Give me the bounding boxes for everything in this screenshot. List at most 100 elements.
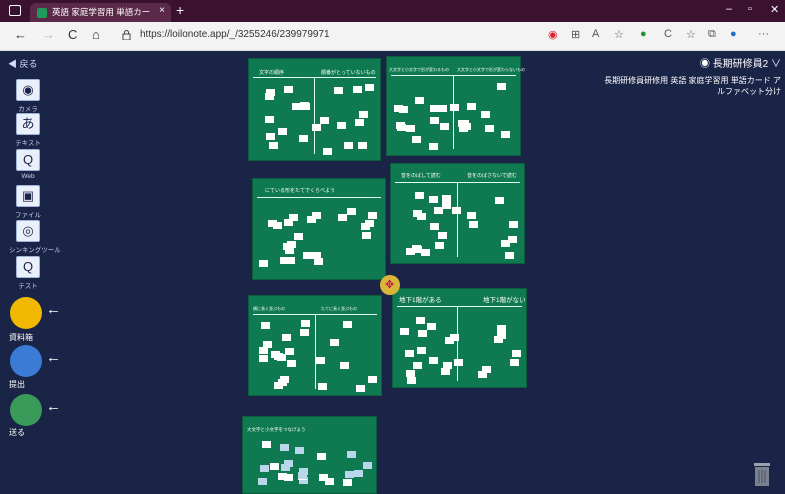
word-chip[interactable]: [352, 85, 362, 93]
word-chip[interactable]: [258, 354, 268, 362]
word-card-5[interactable]: 横に長く並ぶもの たてに長く並ぶもの: [248, 295, 382, 396]
word-chip[interactable]: [417, 329, 427, 337]
trash-icon[interactable]: [752, 461, 772, 487]
word-chip[interactable]: [266, 132, 276, 140]
word-chip[interactable]: [299, 329, 309, 337]
word-chip[interactable]: [268, 220, 278, 228]
word-card-3[interactable]: にている形をたてでくらべよう: [252, 178, 386, 280]
back-arrow-icon[interactable]: ←: [14, 27, 27, 42]
word-chip[interactable]: [364, 219, 374, 227]
word-chip[interactable]: [412, 136, 422, 144]
word-chip[interactable]: [289, 214, 299, 222]
material-box-icon[interactable]: [10, 297, 42, 329]
word-chip[interactable]: [343, 478, 353, 486]
word-chip[interactable]: [430, 222, 440, 230]
word-chip[interactable]: [342, 321, 352, 329]
word-chip[interactable]: [280, 443, 290, 451]
word-chip[interactable]: [353, 469, 363, 477]
word-chip[interactable]: [466, 103, 476, 111]
word-chip[interactable]: [286, 359, 296, 367]
word-chip[interactable]: [285, 348, 295, 356]
word-chip[interactable]: [314, 257, 324, 265]
word-chip[interactable]: [478, 370, 488, 378]
word-chip[interactable]: [259, 260, 269, 268]
word-chip[interactable]: [283, 473, 293, 481]
word-chip[interactable]: [485, 125, 495, 133]
word-chip[interactable]: [276, 353, 286, 361]
word-chip[interactable]: [260, 321, 270, 329]
word-chip[interactable]: [299, 102, 309, 110]
word-card-7[interactable]: 大文字と小文字をつなげよう: [242, 416, 377, 494]
word-chip[interactable]: [429, 357, 439, 365]
word-chip[interactable]: [428, 143, 438, 151]
word-chip[interactable]: [325, 477, 335, 485]
word-chip[interactable]: [367, 376, 377, 384]
collections-icon[interactable]: ⧉: [708, 28, 716, 41]
word-chip[interactable]: [278, 128, 288, 136]
word-chip[interactable]: [266, 88, 276, 96]
word-chip[interactable]: [480, 110, 490, 118]
word-card-6[interactable]: 地下1階がある 地下1階がない: [392, 288, 527, 388]
word-chip[interactable]: [358, 110, 368, 118]
word-chip[interactable]: [415, 317, 425, 325]
thinking-tool-button[interactable]: ◎ シンキングツール: [9, 220, 61, 254]
word-card-1[interactable]: 文字の順序 順番がとっていないもの: [248, 58, 381, 161]
word-chip[interactable]: [449, 334, 459, 342]
word-chip[interactable]: [417, 213, 427, 221]
more-icon[interactable]: ···: [758, 28, 769, 40]
word-chip[interactable]: [323, 148, 333, 156]
word-chip[interactable]: [399, 327, 409, 335]
web-button[interactable]: Q Web: [9, 149, 47, 180]
word-chip[interactable]: [413, 361, 423, 369]
word-chip[interactable]: [452, 207, 462, 215]
word-chip[interactable]: [427, 322, 437, 330]
word-chip[interactable]: [343, 141, 353, 149]
word-chip[interactable]: [312, 212, 322, 220]
word-chip[interactable]: [297, 472, 307, 480]
word-chip[interactable]: [435, 241, 445, 249]
word-chip[interactable]: [265, 115, 275, 123]
word-chip[interactable]: [421, 248, 431, 256]
word-chip[interactable]: [260, 465, 270, 473]
word-chip[interactable]: [454, 358, 464, 366]
word-chip[interactable]: [457, 119, 467, 127]
word-chip[interactable]: [505, 251, 515, 259]
canvas[interactable]: ◀ 戻る ◉ カメラ あ テキスト Q Web ▣ ファイル ◎ シンキングツー…: [0, 51, 785, 494]
user-menu[interactable]: ◉ 長期研修員2 ∨: [700, 55, 781, 70]
word-chip[interactable]: [507, 235, 517, 243]
word-chip[interactable]: [269, 463, 279, 471]
word-chip[interactable]: [330, 339, 340, 347]
word-chip[interactable]: [396, 121, 406, 129]
read-aloud-icon[interactable]: A: [592, 28, 599, 40]
word-chip[interactable]: [293, 233, 303, 241]
camera-button[interactable]: ◉ カメラ: [9, 79, 47, 113]
word-chip[interactable]: [442, 202, 452, 210]
extension-icon[interactable]: ●: [640, 28, 647, 40]
word-chip[interactable]: [318, 382, 328, 390]
move-handle[interactable]: ✥: [380, 275, 400, 295]
profile-icon[interactable]: ●: [730, 28, 737, 40]
minimize-icon[interactable]: –: [726, 3, 732, 15]
word-chip[interactable]: [355, 118, 365, 126]
word-chip[interactable]: [268, 142, 278, 150]
word-chip[interactable]: [405, 124, 415, 132]
word-chip[interactable]: [467, 211, 477, 219]
home-icon[interactable]: ⌂: [92, 27, 100, 42]
word-chip[interactable]: [406, 376, 416, 384]
word-chip[interactable]: [346, 208, 356, 216]
send-icon[interactable]: [10, 394, 42, 426]
back-button[interactable]: ◀ 戻る: [8, 57, 38, 70]
favorite-icon[interactable]: ☆: [614, 28, 624, 41]
word-chip[interactable]: [412, 246, 422, 254]
word-chip[interactable]: [500, 130, 510, 138]
word-chip[interactable]: [404, 349, 414, 357]
word-chip[interactable]: [258, 347, 268, 355]
window-menu-icon[interactable]: [9, 5, 21, 16]
word-chip[interactable]: [365, 83, 375, 91]
close-tab-icon[interactable]: ×: [159, 5, 165, 16]
word-chip[interactable]: [303, 252, 313, 260]
word-chip[interactable]: [512, 349, 521, 357]
favorites-bar-icon[interactable]: ☆: [686, 28, 696, 41]
word-chip[interactable]: [282, 334, 292, 342]
word-card-4[interactable]: 音をのばして読む 音をのばさないで読む: [390, 163, 525, 264]
